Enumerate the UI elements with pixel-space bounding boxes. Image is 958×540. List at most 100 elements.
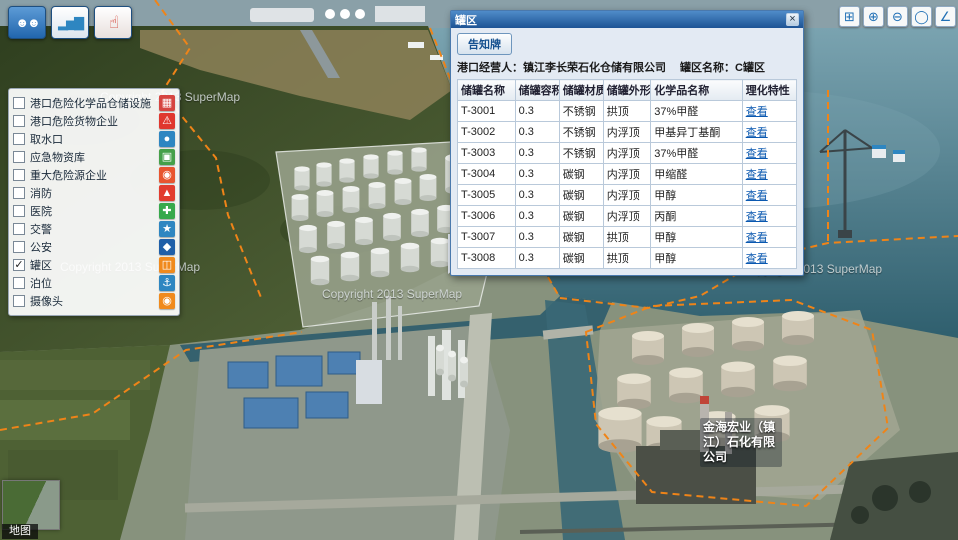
- measure-button[interactable]: ∠: [935, 6, 956, 27]
- layer-checkbox[interactable]: [13, 97, 25, 109]
- layer-item-1[interactable]: 港口危险化学品仓储设施▦: [13, 94, 175, 112]
- layer-item-6[interactable]: 消防▲: [13, 184, 175, 202]
- table-cell: 甲醇: [651, 248, 743, 269]
- layer-checkbox[interactable]: ✓: [13, 259, 25, 271]
- zoom-out-button[interactable]: ⊖: [887, 6, 908, 27]
- table-cell: T-3005: [458, 185, 516, 206]
- column-header: 储罐材质: [559, 80, 603, 101]
- tank-table-header-row: 储罐名称储罐容积储罐材质储罐外形化学品名称理化特性: [458, 80, 797, 101]
- table-cell: 丙酮: [651, 206, 743, 227]
- dialog-info: 港口经营人：镇江李长荣石化仓储有限公司罐区名称：C罐区: [457, 59, 797, 75]
- layer-checkbox[interactable]: [13, 205, 25, 217]
- layer-item-11[interactable]: 泊位⚓: [13, 274, 175, 292]
- column-header: 化学品名称: [651, 80, 743, 101]
- table-cell: 内浮顶: [603, 143, 650, 164]
- view-link[interactable]: 查看: [746, 211, 768, 223]
- close-icon[interactable]: ×: [786, 13, 799, 26]
- pan-button[interactable]: ⊞: [839, 6, 860, 27]
- layer-checkbox[interactable]: [13, 187, 25, 199]
- layer-label: 港口危险货物企业: [30, 113, 154, 129]
- statistics-icon: ▂▅▇: [58, 15, 82, 31]
- table-cell: 查看: [742, 185, 796, 206]
- view-link[interactable]: 查看: [746, 127, 768, 139]
- layer-label: 应急物资库: [30, 149, 154, 165]
- tank-table: 储罐名称储罐容积储罐材质储罐外形化学品名称理化特性 T-30010.3不锈钢拱顶…: [457, 79, 797, 269]
- warehouse-icon: ▦: [159, 95, 175, 111]
- berth-icon: ⚓: [159, 275, 175, 291]
- layer-list: 港口危险化学品仓储设施▦港口危险货物企业 ⚠取水口●应急物资库▣重大危险源企业◉消…: [13, 94, 175, 310]
- layer-item-7[interactable]: 医院✚: [13, 202, 175, 220]
- table-row: T-30050.3碳钢内浮顶甲醇查看: [458, 185, 797, 206]
- table-cell: T-3004: [458, 164, 516, 185]
- layer-item-12[interactable]: 摄像头◉: [13, 292, 175, 310]
- minimap-label: 地图: [2, 524, 38, 539]
- table-cell: 甲缩醛: [651, 164, 743, 185]
- table-cell: 碳钢: [559, 164, 603, 185]
- hazard-goods-icon: ⚠: [159, 113, 175, 129]
- table-cell: 查看: [742, 122, 796, 143]
- company-label: 金海宏业（镇江）石化有限公司: [700, 418, 782, 467]
- table-cell: 查看: [742, 206, 796, 227]
- table-cell: 0.3: [515, 143, 559, 164]
- view-link[interactable]: 查看: [746, 106, 768, 118]
- table-cell: 0.3: [515, 248, 559, 269]
- layer-checkbox[interactable]: [13, 151, 25, 163]
- layer-item-5[interactable]: 重大危险源企业◉: [13, 166, 175, 184]
- layer-checkbox[interactable]: [13, 277, 25, 289]
- layer-panel: 港口危险化学品仓储设施▦港口危险货物企业 ⚠取水口●应急物资库▣重大危险源企业◉消…: [8, 88, 180, 316]
- table-cell: 碳钢: [559, 206, 603, 227]
- view-link[interactable]: 查看: [746, 253, 768, 265]
- hazard-source-icon: ◉: [159, 167, 175, 183]
- layer-label: 取水口: [30, 131, 154, 147]
- table-row: T-30010.3不锈钢拱顶37%甲醛查看: [458, 101, 797, 122]
- table-cell: T-3003: [458, 143, 516, 164]
- layer-item-10[interactable]: ✓罐区◫: [13, 256, 175, 274]
- statistics-button[interactable]: ▂▅▇: [51, 6, 89, 39]
- table-cell: 0.3: [515, 206, 559, 227]
- table-cell: 0.3: [515, 227, 559, 248]
- notice-board-button[interactable]: 告知牌: [457, 33, 512, 55]
- globe-button[interactable]: ◯: [911, 6, 932, 27]
- table-cell: 0.3: [515, 122, 559, 143]
- layer-item-8[interactable]: 交警★: [13, 220, 175, 238]
- column-header: 理化特性: [742, 80, 796, 101]
- layer-label: 交警: [30, 221, 154, 237]
- layer-item-3[interactable]: 取水口●: [13, 130, 175, 148]
- fire-station-icon: ▲: [159, 185, 175, 201]
- table-row: T-30030.3不锈钢内浮顶37%甲醛查看: [458, 143, 797, 164]
- layer-checkbox[interactable]: [13, 241, 25, 253]
- layer-checkbox[interactable]: [13, 133, 25, 145]
- view-link[interactable]: 查看: [746, 190, 768, 202]
- layer-item-9[interactable]: 公安◆: [13, 238, 175, 256]
- table-cell: 不锈钢: [559, 143, 603, 164]
- personnel-button[interactable]: ☻☻: [8, 6, 46, 39]
- view-link[interactable]: 查看: [746, 169, 768, 181]
- table-cell: 甲醇: [651, 185, 743, 206]
- touch-control-icon: ☝: [109, 13, 117, 33]
- copyright-watermark: Copyright 2013 SuperMap: [322, 287, 462, 301]
- layer-item-4[interactable]: 应急物资库▣: [13, 148, 175, 166]
- table-cell: 查看: [742, 248, 796, 269]
- layer-checkbox[interactable]: [13, 295, 25, 307]
- dialog-titlebar[interactable]: 罐区 ×: [451, 11, 803, 28]
- table-cell: 拱顶: [603, 248, 650, 269]
- layer-checkbox[interactable]: [13, 223, 25, 235]
- table-cell: 查看: [742, 101, 796, 122]
- table-cell: 内浮顶: [603, 122, 650, 143]
- view-link[interactable]: 查看: [746, 148, 768, 160]
- view-link[interactable]: 查看: [746, 232, 768, 244]
- map-application: Copyright 2013 SuperMap Copyright 2013 S…: [0, 0, 958, 540]
- police-icon: ◆: [159, 239, 175, 255]
- table-cell: 碳钢: [559, 227, 603, 248]
- layer-item-2[interactable]: 港口危险货物企业 ⚠: [13, 112, 175, 130]
- layer-checkbox[interactable]: [13, 169, 25, 181]
- table-cell: T-3008: [458, 248, 516, 269]
- map-controls: ⊞⊕⊖◯∠: [839, 6, 956, 27]
- layer-checkbox[interactable]: [13, 115, 25, 127]
- minimap[interactable]: [2, 480, 60, 530]
- zoom-in-button[interactable]: ⊕: [863, 6, 884, 27]
- table-cell: 不锈钢: [559, 122, 603, 143]
- table-cell: 甲基异丁基酮: [651, 122, 743, 143]
- touch-control-button[interactable]: ☝: [94, 6, 132, 39]
- table-cell: 查看: [742, 227, 796, 248]
